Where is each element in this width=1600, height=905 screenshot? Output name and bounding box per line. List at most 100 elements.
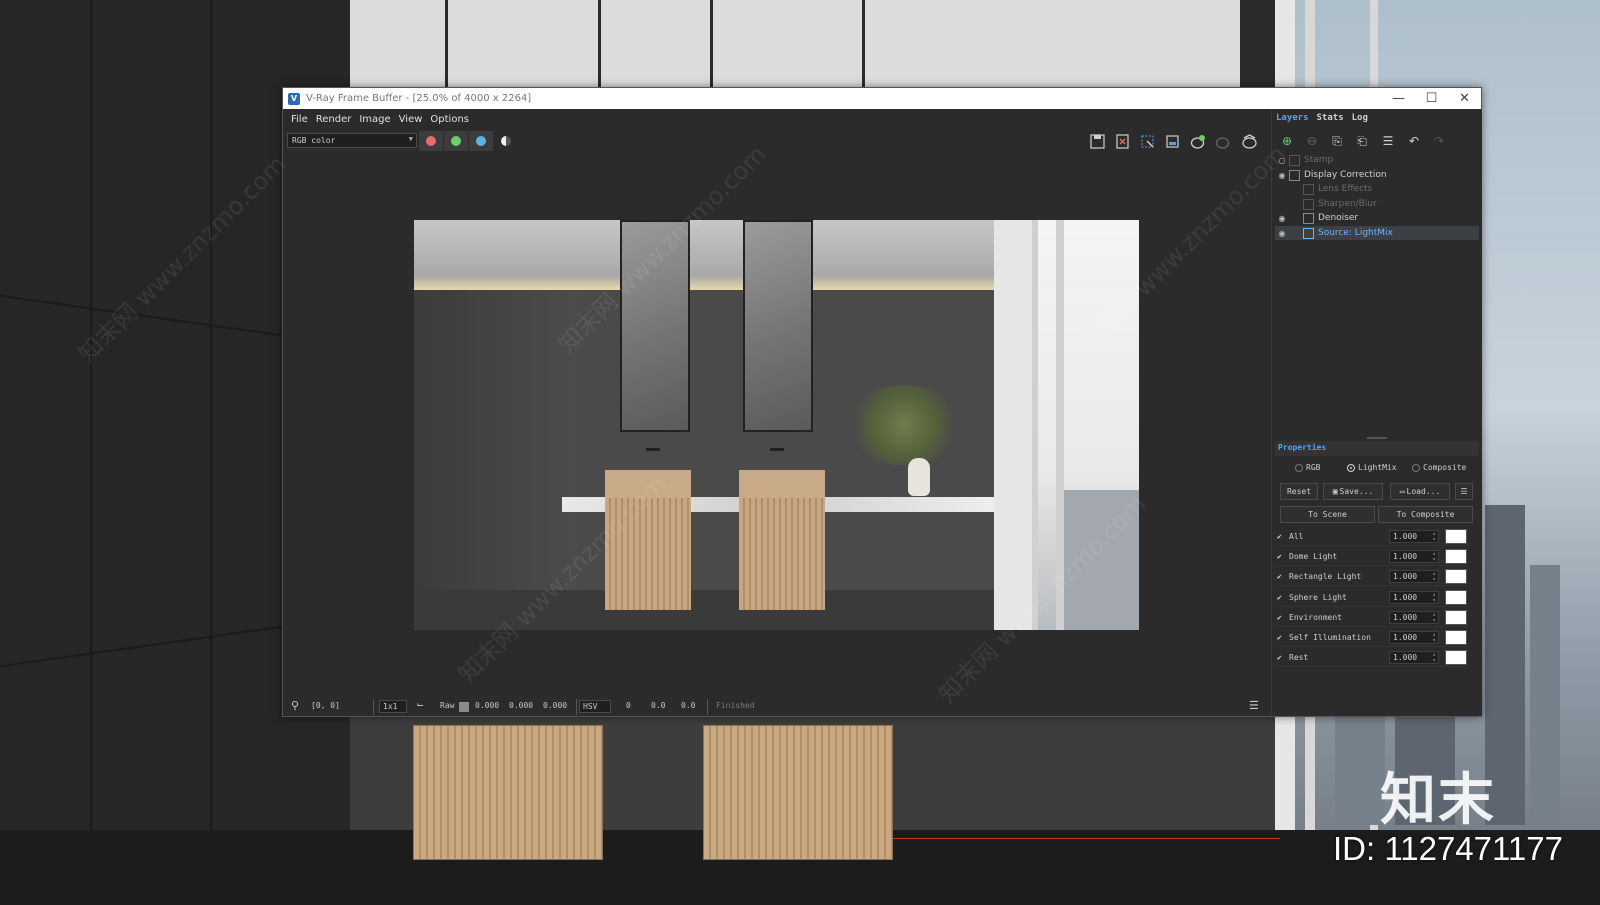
zoom-dropdown[interactable]: 1x1 [379,700,407,713]
vanity-right [703,725,893,860]
enable-checkbox[interactable]: ✔ [1277,552,1286,561]
save-icon[interactable] [1088,133,1106,149]
light-color-swatch[interactable] [1445,569,1467,584]
render-status: Finished [716,701,755,710]
title-bar[interactable]: V V-Ray Frame Buffer - [25.0% of 4000 x … [283,88,1481,109]
light-multiplier-input[interactable]: 1.000 ▴ ▾ [1389,570,1439,583]
light-multiplier-input[interactable]: 1.000 ▴ ▾ [1389,651,1439,664]
mode-lightmix-radio[interactable]: LightMix [1347,463,1397,472]
light-multiplier-input[interactable]: 1.000 ▴ ▾ [1389,611,1439,624]
light-multiplier-input[interactable]: 1.000 ▴ ▾ [1389,591,1439,604]
alpha-channel-button[interactable] [494,131,518,151]
layer-row[interactable]: ◉ Display Correction [1275,168,1479,182]
layer-row[interactable]: ◉ Source: LightMix [1275,226,1479,240]
menu-file[interactable]: File [291,114,308,125]
minimize-button[interactable]: — [1382,88,1415,109]
layer-row[interactable]: Sharpen/Blur [1275,197,1479,211]
region-icon[interactable] [1138,133,1156,149]
rgb-g-value: 0.000 [509,701,534,710]
close-button[interactable]: ✕ [1448,88,1481,109]
options-list-button[interactable]: ☰ [1455,483,1473,500]
side-tabs: Layers Stats Log [1276,113,1376,123]
panel-toggle-icon[interactable]: ☰ [1249,699,1259,712]
menu-view[interactable]: View [399,114,423,125]
pin-icon[interactable]: ⚲ [291,699,299,712]
menu-bar: File Render Image View Options [283,110,1268,128]
render-icon[interactable] [1188,133,1206,149]
layer-toolbar: ⊕ ⊖ ⎘ ⎗ ☰ ↶ ↷ [1278,132,1478,150]
eye-icon[interactable]: ◉ [1275,171,1289,180]
menu-options[interactable]: Options [430,114,469,125]
light-multiplier-input[interactable]: 1.000 ▴ ▾ [1389,530,1439,543]
light-color-swatch[interactable] [1445,590,1467,605]
render-mirror-left [620,220,690,432]
source-mode-group: RGB LightMix Composite [1275,461,1479,475]
light-multiplier-input[interactable]: 1.000 ▴ ▾ [1389,550,1439,563]
enable-checkbox[interactable]: ✔ [1277,633,1286,642]
add-layer-icon[interactable]: ⊕ [1278,133,1296,149]
save-button[interactable]: ▣ Save... [1323,483,1383,500]
hsv-s-value: 0.0 [651,701,666,710]
light-color-swatch[interactable] [1445,610,1467,625]
color-picker-icon[interactable]: ⌙ [417,698,424,711]
channel-dropdown[interactable]: RGB color ▼ [287,133,417,148]
green-channel-button[interactable] [444,131,468,151]
reset-button[interactable]: Reset [1280,483,1318,500]
light-multiplier-input[interactable]: 1.000 ▴ ▾ [1389,631,1439,644]
blue-channel-button[interactable] [469,131,493,151]
menu-render[interactable]: Render [316,114,352,125]
load-button[interactable]: ▭ Load... [1390,483,1450,500]
folder-icon: ▭ [1399,487,1405,496]
to-scene-button[interactable]: To Scene [1280,506,1375,523]
tab-layers[interactable]: Layers [1276,113,1309,123]
enable-checkbox[interactable]: ✔ [1277,572,1286,581]
red-channel-button[interactable] [419,131,443,151]
tab-log[interactable]: Log [1352,113,1368,123]
axis-line [880,838,1280,839]
layer-row[interactable]: ◉ Denoiser [1275,211,1479,225]
clear-icon[interactable] [1113,133,1131,149]
tab-stats[interactable]: Stats [1317,113,1344,123]
mode-rgb-radio[interactable]: RGB [1295,463,1320,472]
color-space-dropdown[interactable]: HSV [579,700,611,713]
render-plant [844,385,964,465]
side-panel: Layers Stats Log ⊕ ⊖ ⎘ ⎗ ☰ ↶ ↷ ○ Stamp ◉… [1271,110,1482,716]
alpha-icon [501,136,511,146]
eye-icon[interactable]: ◉ [1275,214,1289,223]
undo-icon[interactable]: ↶ [1405,133,1423,149]
render-vanity-right [739,470,825,610]
chevron-down-icon: ▼ [408,135,413,143]
enable-checkbox[interactable]: ✔ [1277,532,1286,541]
stop-icon[interactable] [1213,133,1231,149]
save-icon: ▣ [1332,487,1338,496]
load-layers-icon[interactable]: ⎗ [1353,133,1371,149]
render-canvas[interactable] [283,152,1268,697]
channel-dropdown-value: RGB color [292,136,336,145]
sharpen-icon [1303,198,1314,210]
lightmix-row: ✔ Dome Light 1.000 ▴ ▾ [1275,548,1479,566]
enable-checkbox[interactable]: ✔ [1277,593,1286,602]
save-layers-icon[interactable]: ⎘ [1328,133,1346,149]
delete-layer-icon[interactable]: ⊖ [1303,133,1321,149]
redo-icon[interactable]: ↷ [1430,133,1448,149]
panel-splitter[interactable] [1367,437,1387,439]
maximize-button[interactable]: ☐ [1415,88,1448,109]
render-interactive-icon[interactable] [1240,133,1258,149]
light-color-swatch[interactable] [1445,549,1467,564]
layer-row[interactable]: ○ Stamp [1275,153,1479,167]
eye-icon[interactable]: ◉ [1275,229,1289,238]
mode-composite-radio[interactable]: Composite [1412,463,1466,472]
eye-icon[interactable]: ○ [1275,156,1289,165]
menu-image[interactable]: Image [359,114,390,125]
layer-name: Denoiser [1318,213,1359,223]
light-color-swatch[interactable] [1445,630,1467,645]
enable-checkbox[interactable]: ✔ [1277,613,1286,622]
track-mouse-icon[interactable] [1163,133,1181,149]
light-color-swatch[interactable] [1445,529,1467,544]
layer-row[interactable]: Lens Effects [1275,182,1479,196]
red-dot-icon [426,136,436,146]
enable-checkbox[interactable]: ✔ [1277,653,1286,662]
to-composite-button[interactable]: To Composite [1378,506,1473,523]
light-color-swatch[interactable] [1445,650,1467,665]
layer-list-icon[interactable]: ☰ [1379,133,1397,149]
